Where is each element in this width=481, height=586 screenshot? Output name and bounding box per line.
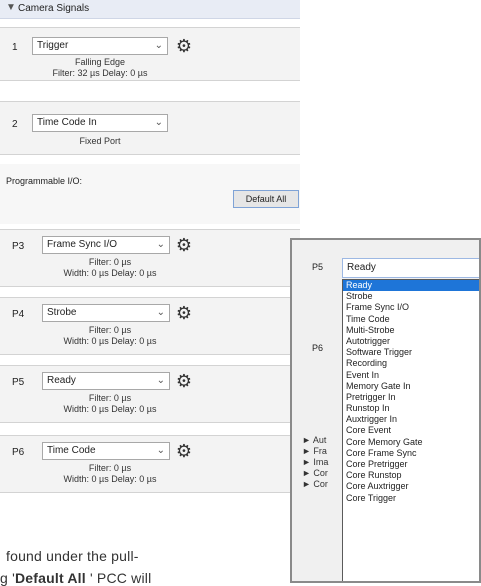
dropdown-option[interactable]: Core Frame Sync (343, 448, 479, 459)
tree-item-label: Ima (313, 457, 329, 467)
gear-icon[interactable]: ⚙ (174, 36, 194, 56)
timecode-select[interactable]: Time Code In ⌄ (32, 114, 168, 132)
dropdown-option[interactable]: Core Runstop (343, 470, 479, 481)
dropdown-option[interactable]: Runstop In (343, 403, 479, 414)
trigger-edge: Falling Edge (74, 57, 126, 67)
trigger-select-value: Trigger (37, 40, 69, 51)
signal-number: 2 (12, 119, 18, 130)
tree-item-label: Fra (313, 446, 327, 456)
port-select-value: Frame Sync I/O (47, 239, 118, 250)
port-number: P5 (12, 377, 25, 388)
dropdown-option[interactable]: Core Event (343, 425, 479, 436)
popup-select[interactable]: Ready ⌄ (342, 258, 479, 278)
port-panel-p5: P5 Ready ⌄ ⚙ Filter: 0 µs Width: 0 µs De… (0, 365, 300, 423)
dropdown-option[interactable]: Core Memory Gate (343, 437, 479, 448)
dropdown-option[interactable]: Multi-Strobe (343, 325, 479, 336)
dropdown-option[interactable]: Event In (343, 370, 479, 381)
popup-port-label: P5 (312, 262, 324, 272)
camera-signals-title: Camera Signals (18, 3, 90, 14)
dropdown-option[interactable]: Recording (343, 358, 479, 369)
tree-item-label: Cor (313, 479, 328, 489)
port-number: P4 (12, 309, 25, 320)
tree-item[interactable]: ► Ima (302, 457, 328, 467)
trigger-timing: Filter: 32 µs Delay: 0 µs (52, 68, 148, 78)
port-select-value: Ready (47, 375, 76, 386)
dropdown-option[interactable]: Time Code (343, 314, 479, 325)
chevron-down-icon: ⌄ (156, 445, 165, 456)
dropdown-option[interactable]: Pretrigger In (343, 392, 479, 403)
tree-item[interactable]: ► Cor (302, 468, 328, 478)
dropdown-option[interactable]: Software Trigger (343, 347, 479, 358)
page-text-line1: found under the pull- (6, 548, 139, 564)
port-panel-p3: P3 Frame Sync I/O ⌄ ⚙ Filter: 0 µs Width… (0, 229, 300, 287)
popup-second-port-label: P6 (312, 343, 324, 353)
port-select-value: Strobe (47, 307, 77, 318)
dropdown-option[interactable]: Auxtrigger In (343, 414, 479, 425)
dropdown-popup: P5 Ready ⌄ P6 ► Aut ► Fra ► Ima ► Cor ► … (290, 238, 481, 583)
dropdown-option[interactable]: Core Pretrigger (343, 459, 479, 470)
port-timing: Width: 0 µs Delay: 0 µs (63, 268, 157, 278)
dropdown-option[interactable]: Autotrigger (343, 336, 479, 347)
signal-number: 1 (12, 42, 18, 53)
port-select-p4[interactable]: Strobe ⌄ (42, 304, 170, 322)
tree-item[interactable]: ► Cor (302, 479, 328, 489)
dropdown-option[interactable]: Core Trigger (343, 493, 479, 504)
popup-select-value: Ready (347, 262, 376, 273)
port-filter: Filter: 0 µs (88, 393, 132, 403)
page-text-line2: g 'Default All ' PCC will (0, 570, 151, 586)
port-select-value: Time Code (47, 445, 96, 456)
gear-icon[interactable]: ⚙ (174, 371, 194, 391)
dropdown-option[interactable]: Strobe (343, 291, 479, 302)
chevron-down-icon: ⌄ (154, 40, 163, 51)
port-panel-p4: P4 Strobe ⌄ ⚙ Filter: 0 µs Width: 0 µs D… (0, 297, 300, 355)
port-timing: Width: 0 µs Delay: 0 µs (63, 336, 157, 346)
programmable-io-group: Programmable I/O: Default All (0, 164, 300, 224)
page-text-prefix: g ' (0, 570, 15, 586)
port-filter: Filter: 0 µs (88, 257, 132, 267)
dropdown-option[interactable]: Frame Sync I/O (343, 302, 479, 313)
programmable-io-label: Programmable I/O: (6, 176, 83, 186)
tree-item-label: Cor (313, 468, 328, 478)
chevron-down-icon: ⌄ (156, 375, 165, 386)
gear-icon[interactable]: ⚙ (174, 441, 194, 461)
chevron-down-icon: ⌄ (156, 307, 165, 318)
trigger-panel: 1 Trigger ⌄ ⚙ Falling Edge Filter: 32 µs… (0, 27, 300, 81)
default-all-button[interactable]: Default All (233, 190, 299, 208)
page-text-bold: Default All (14, 570, 86, 586)
dropdown-option[interactable]: Core Auxtrigger (343, 481, 479, 492)
chevron-down-icon: ⌄ (154, 117, 163, 128)
timecode-mode: Fixed Port (79, 136, 121, 146)
port-filter: Filter: 0 µs (88, 325, 132, 335)
dropdown-option[interactable]: Memory Gate In (343, 381, 479, 392)
tree-item[interactable]: ► Aut (302, 435, 326, 445)
dropdown-options-list: Ready Strobe Frame Sync I/O Time Code Mu… (342, 279, 479, 581)
port-select-p5[interactable]: Ready ⌄ (42, 372, 170, 390)
timecode-select-value: Time Code In (37, 117, 97, 128)
gear-icon[interactable]: ⚙ (174, 235, 194, 255)
tree-item[interactable]: ► Fra (302, 446, 327, 456)
collapse-arrow-icon[interactable]: ▼ (6, 2, 16, 13)
page-text-suffix: ' PCC will (85, 570, 152, 586)
port-number: P6 (12, 447, 25, 458)
gear-icon[interactable]: ⚙ (174, 303, 194, 323)
port-select-p3[interactable]: Frame Sync I/O ⌄ (42, 236, 170, 254)
tree-item-label: Aut (312, 435, 327, 445)
timecode-panel: 2 Time Code In ⌄ Fixed Port (0, 101, 300, 155)
port-number: P3 (12, 241, 25, 252)
port-panel-p6: P6 Time Code ⌄ ⚙ Filter: 0 µs Width: 0 µ… (0, 435, 300, 493)
camera-signals-header[interactable]: ▼ Camera Signals (0, 0, 300, 19)
port-timing: Width: 0 µs Delay: 0 µs (63, 474, 157, 484)
chevron-down-icon: ⌄ (156, 239, 165, 250)
trigger-select[interactable]: Trigger ⌄ (32, 37, 168, 55)
port-filter: Filter: 0 µs (88, 463, 132, 473)
port-select-p6[interactable]: Time Code ⌄ (42, 442, 170, 460)
port-timing: Width: 0 µs Delay: 0 µs (63, 404, 157, 414)
dropdown-option[interactable]: Ready (343, 280, 479, 292)
